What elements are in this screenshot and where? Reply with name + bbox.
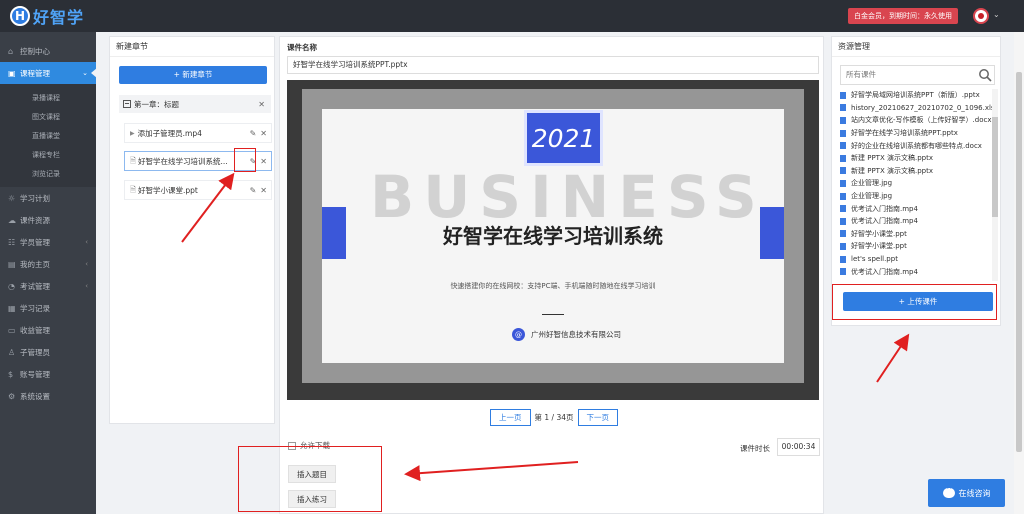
annotation-arrow xyxy=(181,172,235,243)
annotation-arrow xyxy=(876,333,910,383)
annotation-arrow xyxy=(404,461,579,482)
annotation-arrows xyxy=(181,172,910,482)
page-scrollbar[interactable] xyxy=(1014,32,1024,514)
online-chat-label: 在线咨询 xyxy=(958,488,991,498)
online-chat-button[interactable]: 在线咨询 xyxy=(928,479,1005,507)
chat-icon xyxy=(942,484,955,498)
page-scrollbar-thumb[interactable] xyxy=(1016,72,1022,452)
